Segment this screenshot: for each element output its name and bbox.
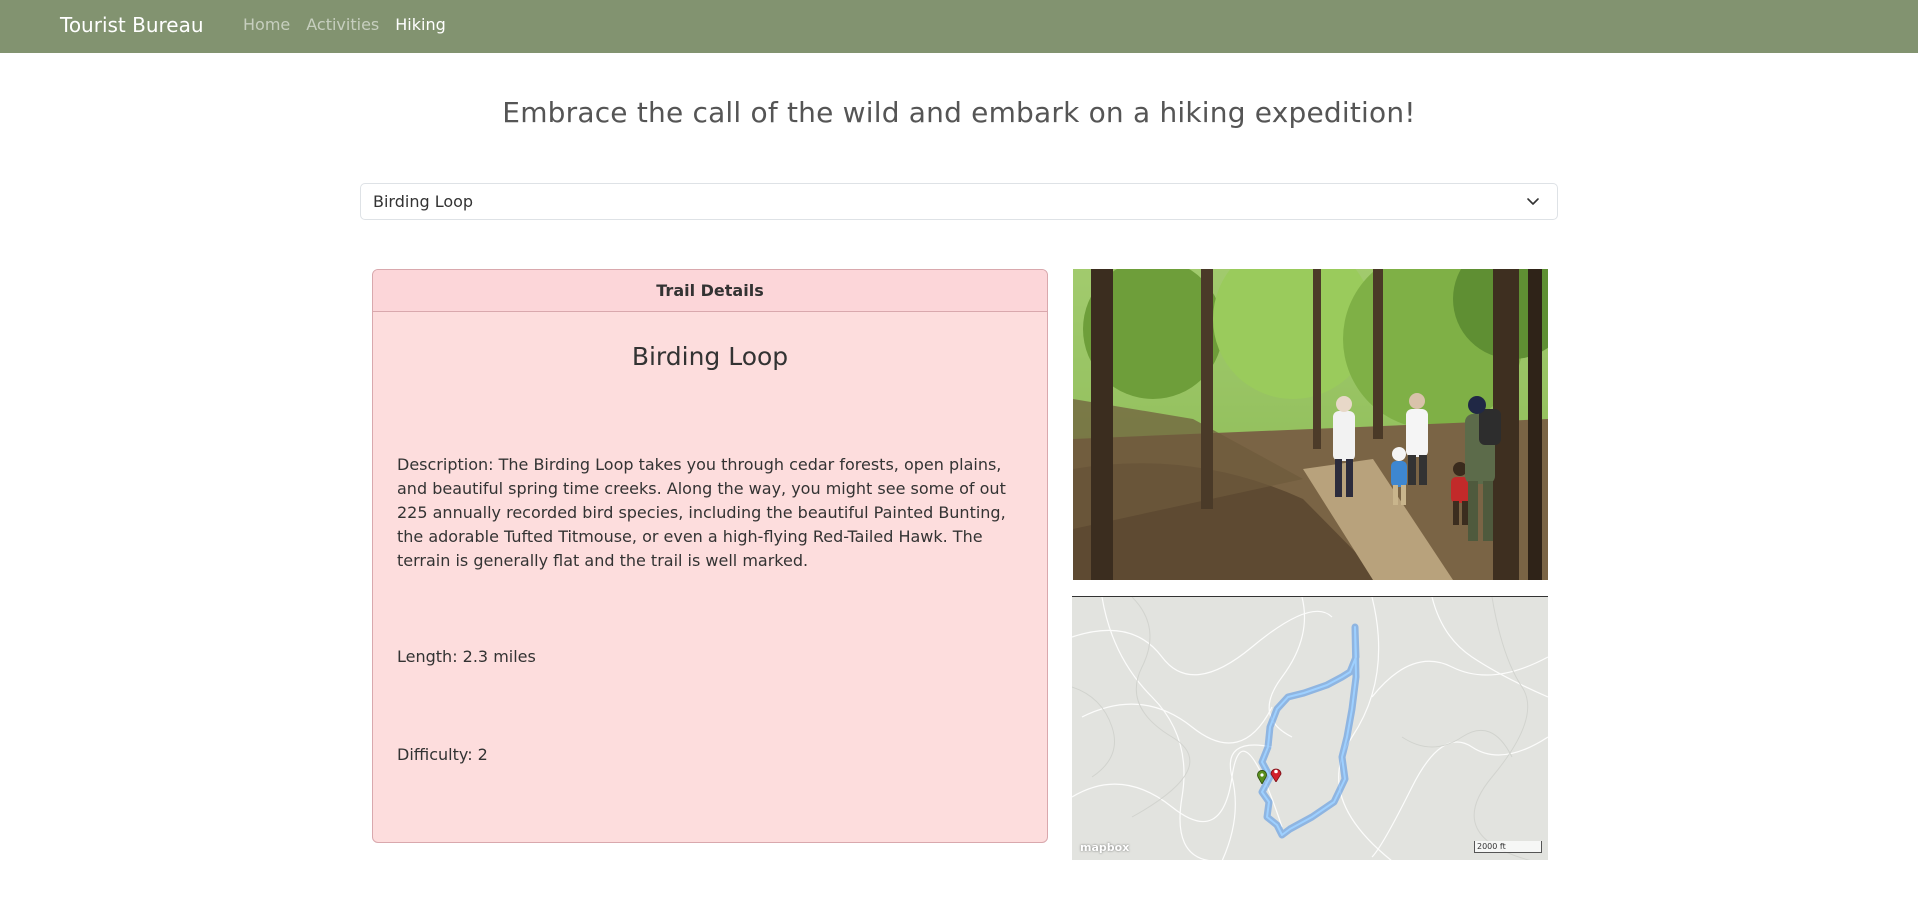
trail-description: Description: The Birding Loop takes you … <box>397 455 1006 570</box>
start-marker-icon[interactable] <box>1257 770 1267 784</box>
navbar: Tourist Bureau Home Activities Hiking <box>0 0 1918 53</box>
trail-select[interactable]: Birding Loop <box>360 183 1558 220</box>
mapbox-logo[interactable]: mapbox <box>1080 841 1129 854</box>
trail-details-card: Trail Details Birding Loop Description: … <box>372 269 1048 843</box>
trail-photo <box>1073 269 1548 580</box>
map-scale: 2000 ft <box>1474 841 1542 853</box>
page-headline: Embrace the call of the wild and embark … <box>502 96 1416 129</box>
trail-map[interactable]: mapbox 2000 ft <box>1072 596 1548 860</box>
chevron-down-icon <box>1527 198 1539 205</box>
nav-activities-link[interactable]: Activities <box>306 0 379 49</box>
nav-hiking-link[interactable]: Hiking <box>395 0 445 49</box>
nav-links: Home Activities Hiking <box>243 0 462 49</box>
trail-name: Birding Loop <box>631 342 789 371</box>
nav-home-link[interactable]: Home <box>243 0 290 49</box>
brand-link[interactable]: Tourist Bureau <box>60 0 204 50</box>
trail-length: Length: 2.3 miles <box>397 647 536 666</box>
trail-difficulty: Difficulty: 2 <box>397 745 488 764</box>
trail-select-value: Birding Loop <box>373 192 474 211</box>
card-header: Trail Details <box>373 270 1047 312</box>
end-marker-icon[interactable] <box>1270 766 1282 782</box>
